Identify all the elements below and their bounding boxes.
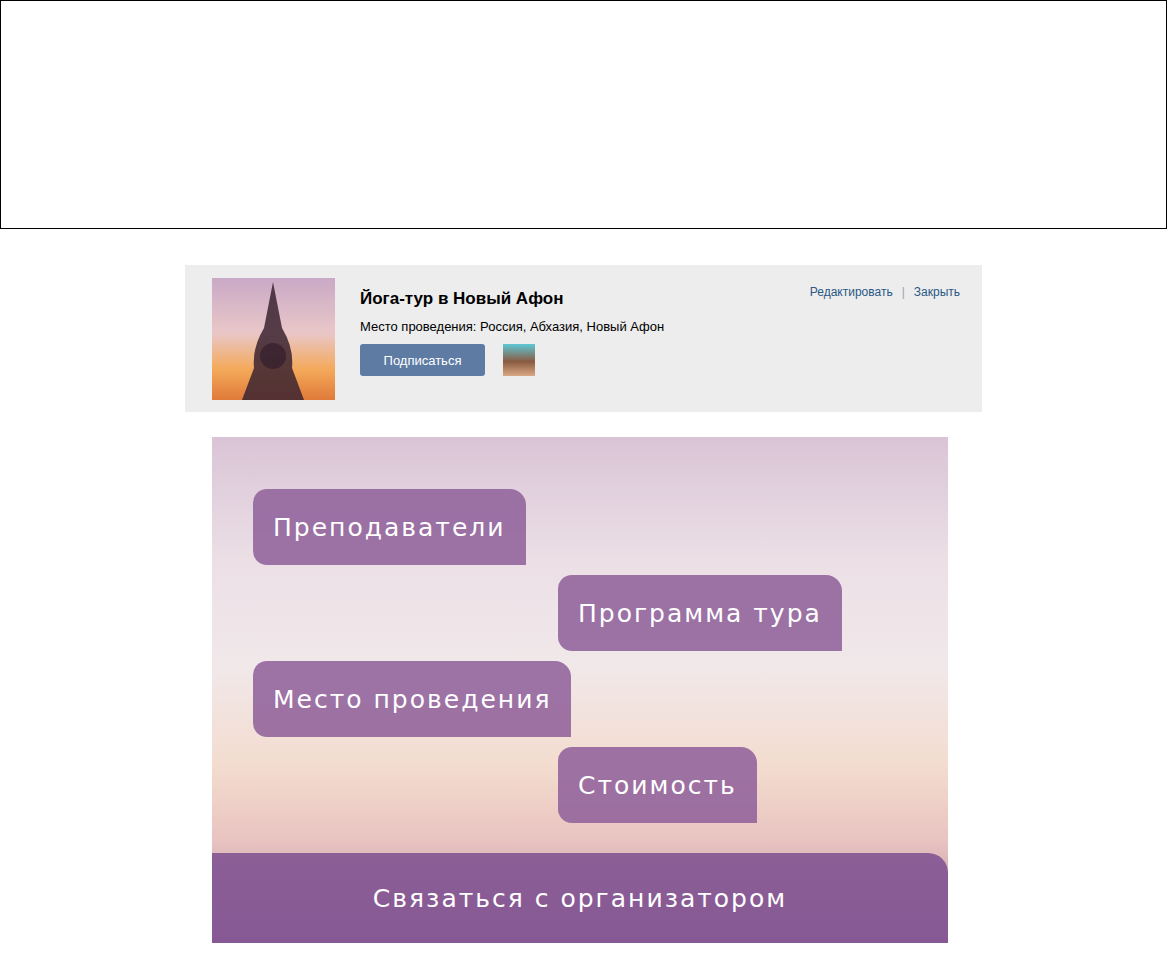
group-location: Место проведения: Россия, Абхазия, Новый…	[360, 318, 810, 335]
friend-avatar[interactable]	[503, 344, 535, 376]
empty-frame	[0, 0, 1167, 229]
menu-item[interactable]: Стоимость	[558, 747, 757, 823]
group-avatar[interactable]	[212, 278, 335, 400]
subscribe-button[interactable]: Подписаться	[360, 344, 485, 376]
yoga-pose-icon	[212, 278, 335, 400]
group-info: Йога-тур в Новый Афон Место проведения: Р…	[360, 278, 810, 376]
header-actions: Редактировать | Закрыть	[810, 285, 960, 299]
menu-item[interactable]: Место проведения	[253, 661, 571, 737]
separator: |	[902, 285, 905, 299]
page: Йога-тур в Новый Афон Место проведения: Р…	[0, 0, 1167, 957]
edit-link[interactable]: Редактировать	[810, 285, 893, 299]
contact-button[interactable]: Связаться с организатором	[212, 853, 948, 943]
close-link[interactable]: Закрыть	[914, 285, 960, 299]
group-header: Йога-тур в Новый Афон Место проведения: Р…	[185, 265, 982, 412]
menu-banner: Преподаватели Программа тура Место проведе…	[212, 437, 948, 943]
menu-item[interactable]: Преподаватели	[253, 489, 526, 565]
group-title: Йога-тур в Новый Афон	[360, 288, 810, 310]
menu-item[interactable]: Программа тура	[558, 575, 842, 651]
subscribe-row: Подписаться	[360, 344, 810, 376]
